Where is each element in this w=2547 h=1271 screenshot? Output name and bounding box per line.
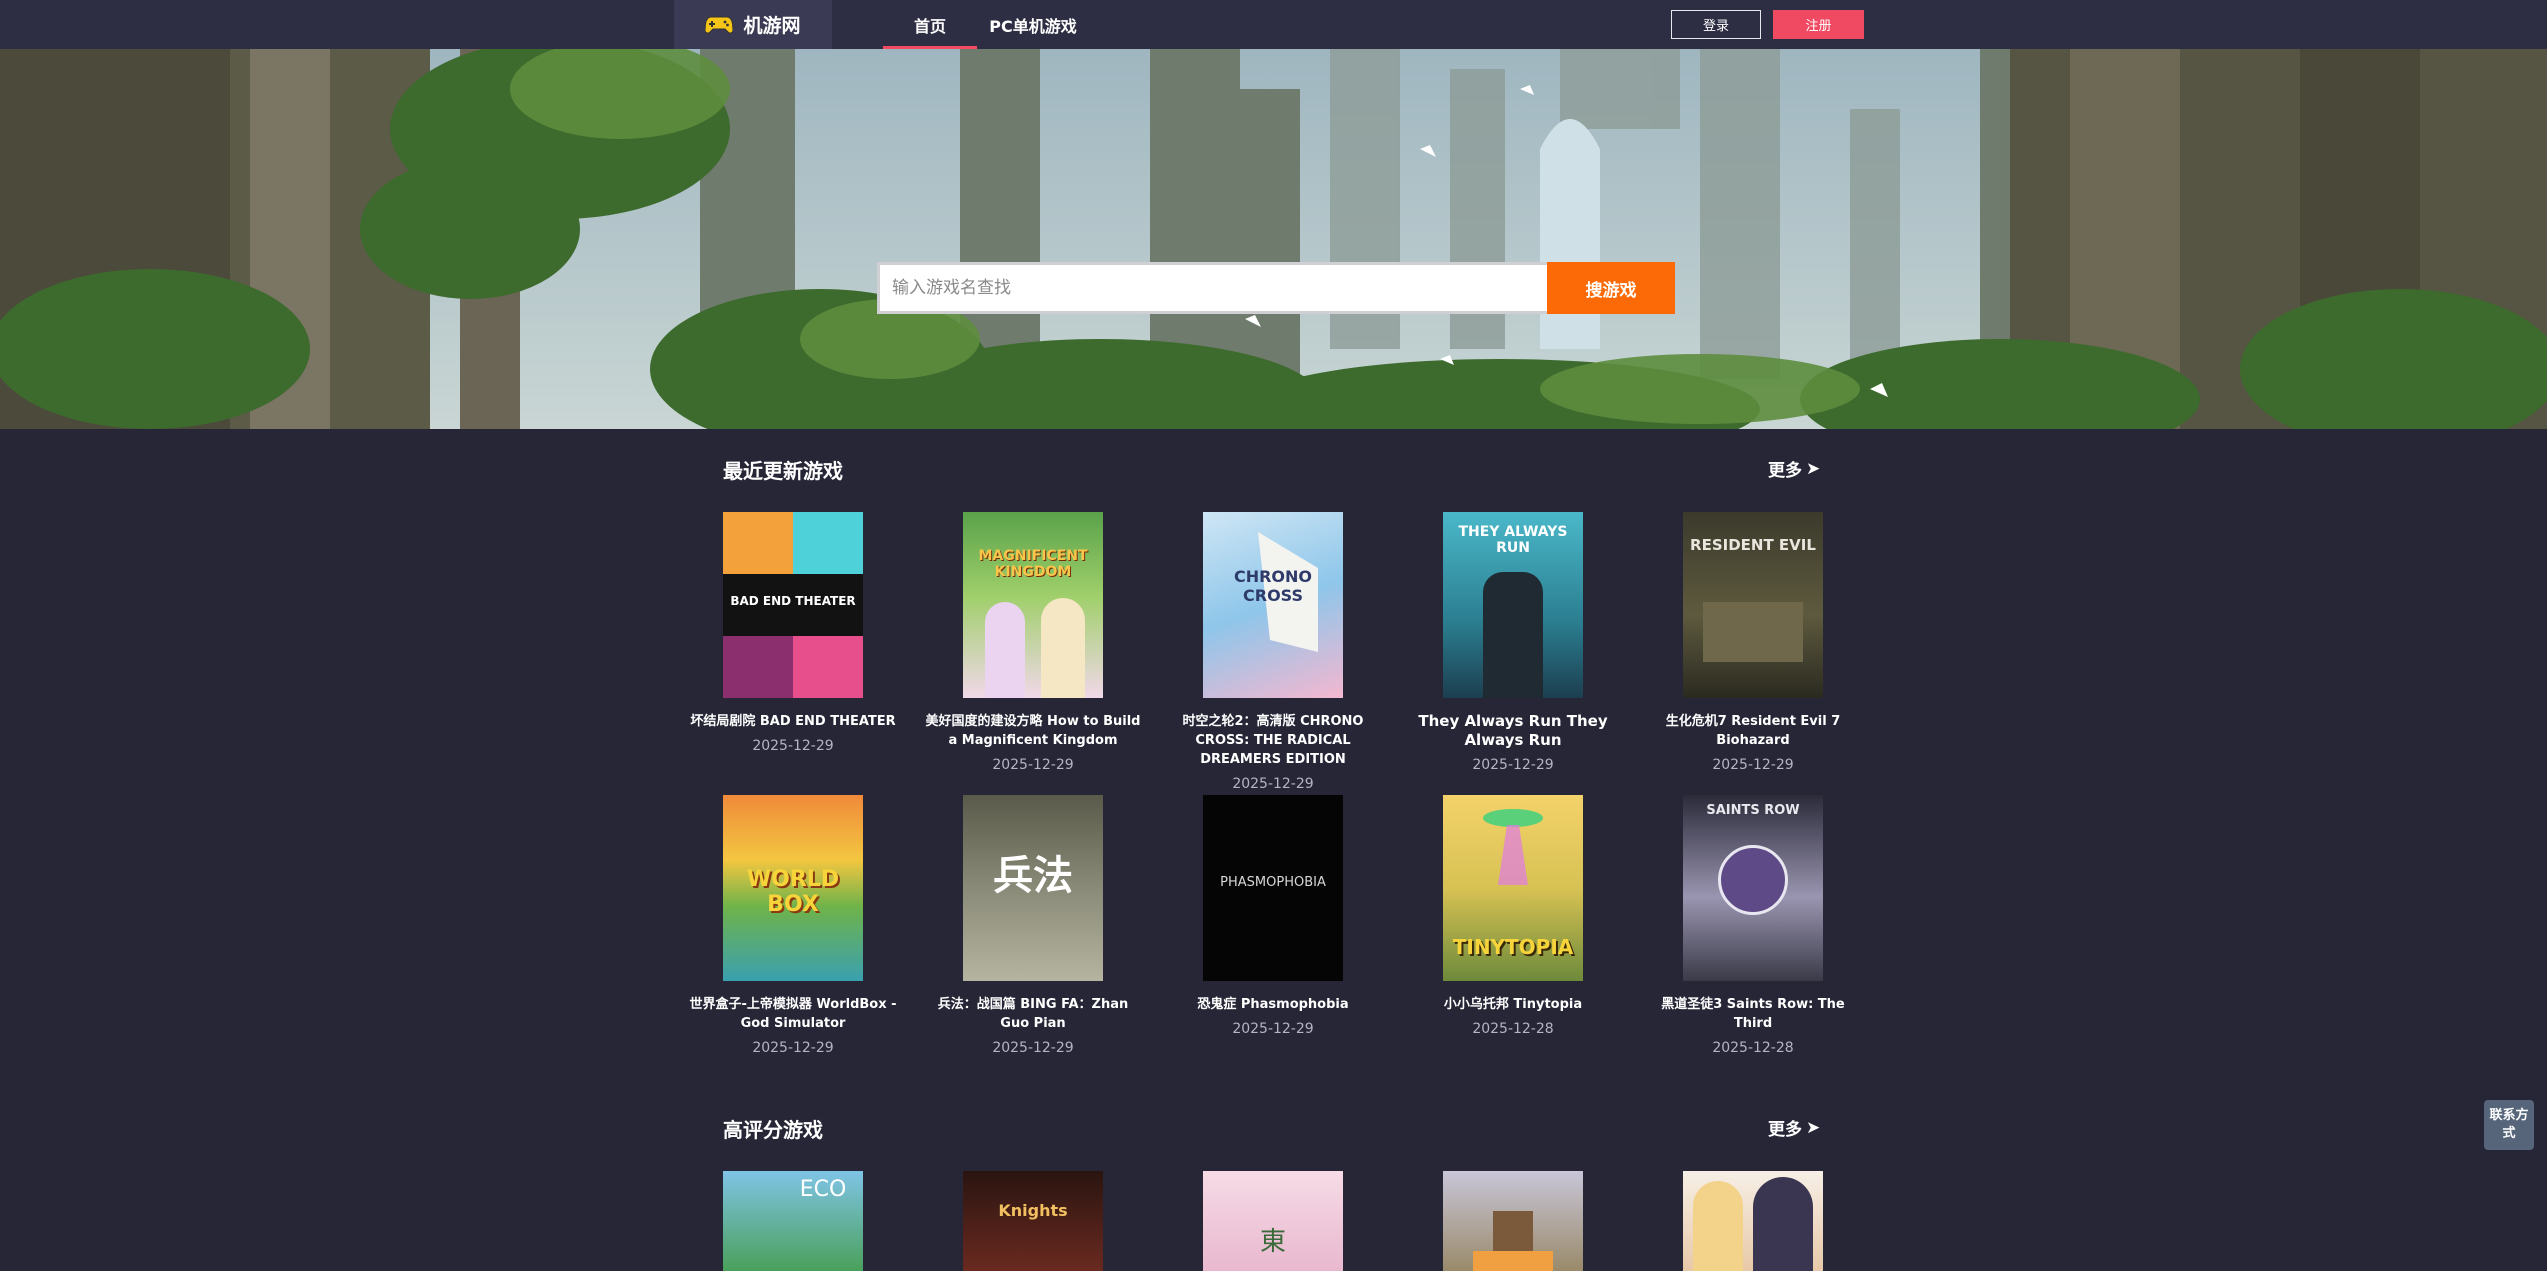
- game-date: 2025-12-29: [1232, 776, 1314, 792]
- cover-text: 兵法: [993, 852, 1073, 899]
- more-link-top-rated[interactable]: 更多 ➤: [1768, 1115, 1821, 1141]
- game-cover[interactable]: CHRONO CROSS: [1203, 512, 1343, 698]
- game-card[interactable]: Knights: [923, 1171, 1143, 1271]
- gamepad-icon: [705, 16, 734, 34]
- cover-text: 東: [1259, 1227, 1286, 1257]
- game-cover[interactable]: RESIDENT EVIL: [1683, 512, 1823, 698]
- cover-text: SAINTS ROW: [1706, 803, 1800, 818]
- cover-text: CHRONO CROSS: [1233, 567, 1313, 605]
- contact-button[interactable]: 联系方式: [2484, 1100, 2534, 1150]
- more-label: 更多: [1768, 1120, 1802, 1140]
- game-cover[interactable]: SAINTS ROW: [1683, 795, 1823, 981]
- game-card[interactable]: 兵法 兵法：战国篇 BING FA：Zhan Guo Pian 2025-12-…: [923, 795, 1143, 1056]
- game-card[interactable]: PHASMOPHOBIA 恐鬼症 Phasmophobia 2025-12-29: [1163, 795, 1383, 1037]
- cover-text: TINYTOPIA: [1452, 935, 1574, 959]
- game-date: 2025-12-29: [992, 1040, 1074, 1056]
- game-title[interactable]: 世界盒子-上帝模拟器 WorldBox - God Simulator: [683, 995, 903, 1033]
- game-card[interactable]: TINYTOPIA 小小乌托邦 Tinytopia 2025-12-28: [1403, 795, 1623, 1037]
- cover-text: Knights: [998, 1201, 1068, 1220]
- search-input[interactable]: [877, 262, 1547, 314]
- game-cover[interactable]: 東: [1203, 1171, 1343, 1271]
- game-title[interactable]: 生化危机7 Resident Evil 7 Biohazard: [1643, 712, 1863, 750]
- game-card[interactable]: ECO: [683, 1171, 903, 1271]
- top-navbar: 机游网 首页 PC单机游戏 登录 注册: [0, 0, 2547, 49]
- game-cover[interactable]: ECO: [723, 1171, 863, 1271]
- login-button[interactable]: 登录: [1671, 10, 1761, 39]
- game-card[interactable]: MAGNIFICENT KINGDOM 美好国度的建设方略 How to Bui…: [923, 512, 1143, 773]
- ruins-background-illustration: [0, 49, 2547, 429]
- game-title[interactable]: 时空之轮2：高清版 CHRONO CROSS: THE RADICAL DREA…: [1163, 712, 1383, 769]
- game-date: 2025-12-29: [1232, 1021, 1314, 1037]
- game-card[interactable]: SAINTS ROW 黑道圣徒3 Saints Row: The Third 2…: [1643, 795, 1863, 1056]
- arrow-right-icon: ➤: [1806, 458, 1821, 479]
- game-card[interactable]: WORLD BOX 世界盒子-上帝模拟器 WorldBox - God Simu…: [683, 795, 903, 1056]
- game-date: 2025-12-29: [752, 1040, 834, 1056]
- cover-text: WORLD BOX: [746, 867, 840, 917]
- site-logo[interactable]: 机游网: [674, 0, 832, 49]
- cover-text: MAGNIFICENT KINGDOM: [978, 548, 1088, 580]
- more-link-recent[interactable]: 更多 ➤: [1768, 456, 1821, 482]
- cover-text: THEY ALWAYS RUN: [1458, 524, 1568, 556]
- game-cover[interactable]: 兵法: [963, 795, 1103, 981]
- cover-text: BAD END THEATER: [730, 594, 856, 608]
- game-title[interactable]: 小小乌托邦 Tinytopia: [1403, 995, 1623, 1014]
- game-date: 2025-12-28: [1472, 1021, 1554, 1037]
- search-bar: 搜游戏: [877, 262, 1675, 314]
- game-title[interactable]: 恐鬼症 Phasmophobia: [1163, 995, 1383, 1014]
- game-cover[interactable]: Knights: [963, 1171, 1103, 1271]
- hero-banner: 搜游戏: [0, 49, 2547, 429]
- cover-text: PHASMOPHOBIA: [1220, 875, 1326, 890]
- game-card[interactable]: CHRONO CROSS 时空之轮2：高清版 CHRONO CROSS: THE…: [1163, 512, 1383, 792]
- arrow-right-icon: ➤: [1806, 1117, 1821, 1138]
- game-card[interactable]: THEY ALWAYS RUN They Always Run They Alw…: [1403, 512, 1623, 773]
- game-cover[interactable]: MAGNIFICENT KINGDOM: [963, 512, 1103, 698]
- game-cover[interactable]: [1443, 1171, 1583, 1271]
- game-card[interactable]: [1643, 1171, 1863, 1271]
- game-card[interactable]: [1403, 1171, 1623, 1271]
- game-date: 2025-12-29: [1472, 757, 1554, 773]
- game-title[interactable]: 美好国度的建设方略 How to Build a Magnificent Kin…: [923, 712, 1143, 750]
- cover-text: RESIDENT EVIL: [1690, 536, 1816, 554]
- search-button[interactable]: 搜游戏: [1547, 262, 1675, 314]
- game-card[interactable]: BAD END THEATER 坏结局剧院 BAD END THEATER 20…: [683, 512, 903, 754]
- game-title[interactable]: 坏结局剧院 BAD END THEATER: [683, 712, 903, 731]
- game-card[interactable]: RESIDENT EVIL 生化危机7 Resident Evil 7 Bioh…: [1643, 512, 1863, 773]
- more-label: 更多: [1768, 461, 1802, 481]
- game-cover[interactable]: BAD END THEATER: [723, 512, 863, 698]
- game-cover[interactable]: TINYTOPIA: [1443, 795, 1583, 981]
- game-date: 2025-12-29: [992, 757, 1074, 773]
- game-date: 2025-12-28: [1712, 1040, 1794, 1056]
- game-card[interactable]: 東: [1163, 1171, 1383, 1271]
- nav-pc-games[interactable]: PC单机游戏: [980, 0, 1086, 49]
- site-name: 机游网: [743, 15, 801, 37]
- game-date: 2025-12-29: [752, 738, 834, 754]
- game-title[interactable]: 兵法：战国篇 BING FA：Zhan Guo Pian: [923, 995, 1143, 1033]
- game-cover[interactable]: [1683, 1171, 1823, 1271]
- cover-text: ECO: [799, 1177, 847, 1202]
- game-cover[interactable]: PHASMOPHOBIA: [1203, 795, 1343, 981]
- game-title[interactable]: 黑道圣徒3 Saints Row: The Third: [1643, 995, 1863, 1033]
- nav-home[interactable]: 首页: [883, 0, 977, 49]
- section-title-recent: 最近更新游戏: [723, 459, 843, 483]
- game-title[interactable]: They Always Run They Always Run: [1403, 712, 1623, 750]
- game-date: 2025-12-29: [1712, 757, 1794, 773]
- game-cover[interactable]: WORLD BOX: [723, 795, 863, 981]
- register-button[interactable]: 注册: [1773, 10, 1864, 39]
- game-cover[interactable]: THEY ALWAYS RUN: [1443, 512, 1583, 698]
- section-title-top-rated: 高评分游戏: [723, 1118, 823, 1142]
